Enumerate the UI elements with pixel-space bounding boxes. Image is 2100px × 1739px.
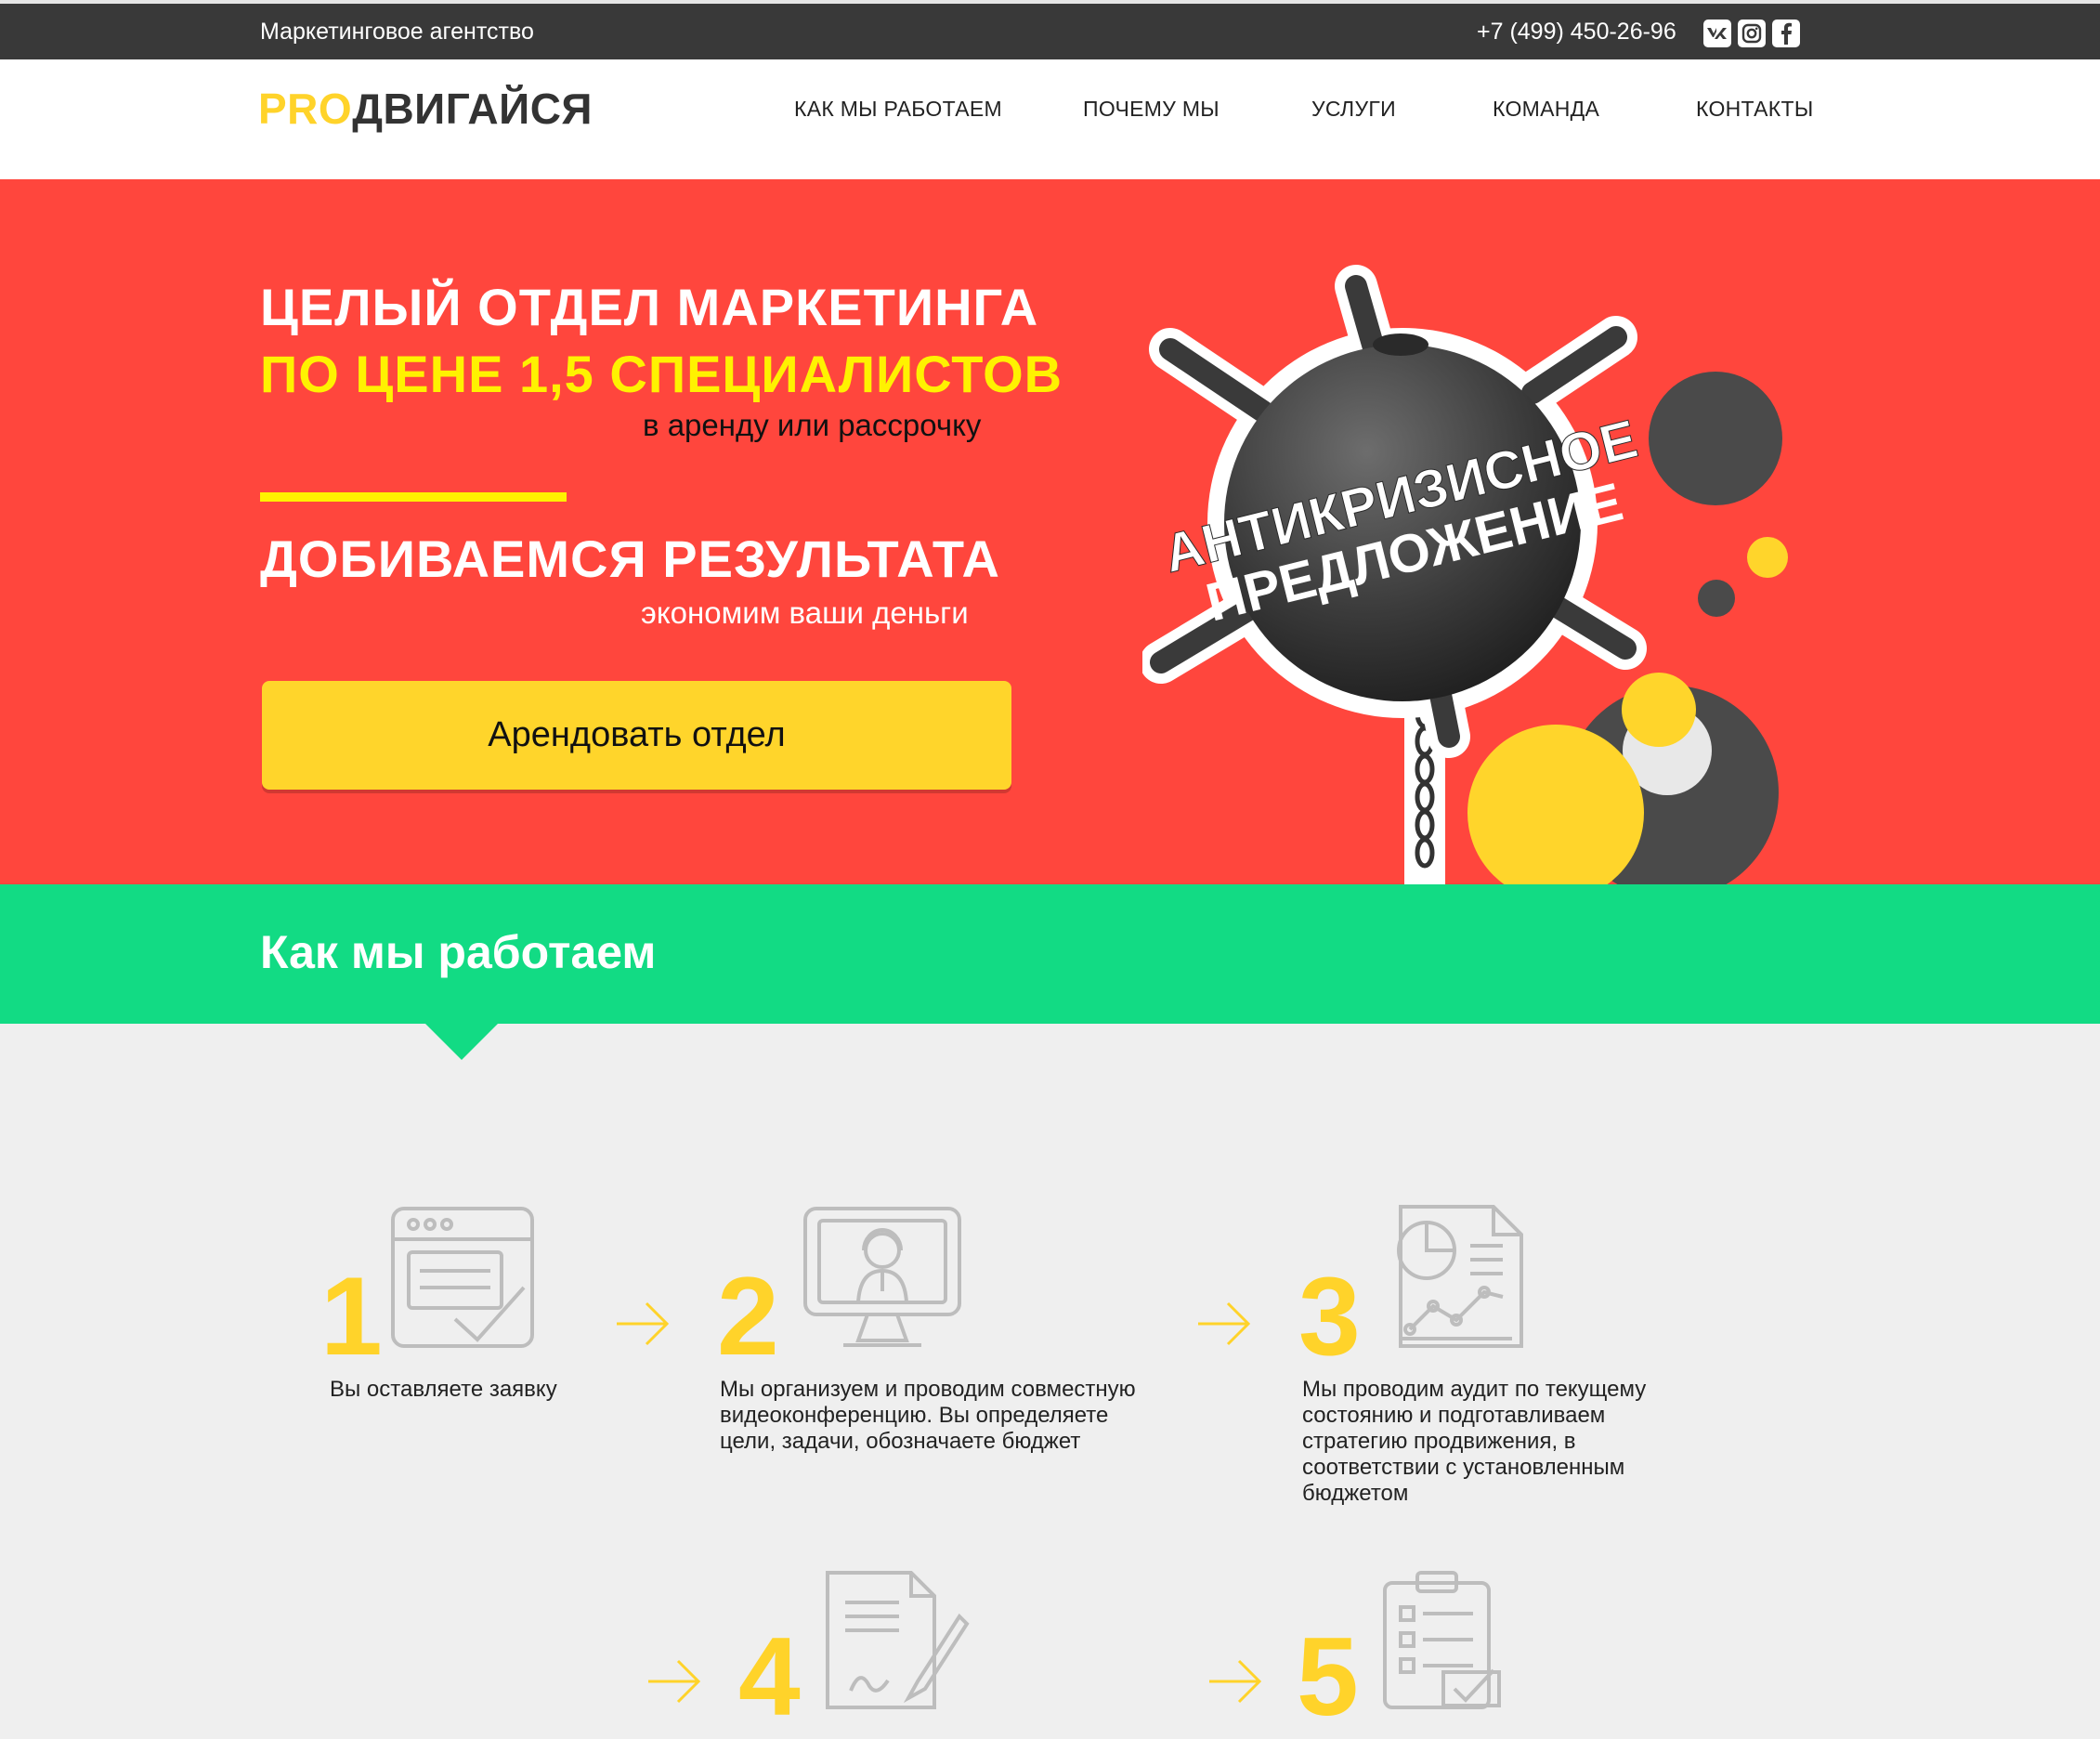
- step-description: Вы оставляете заявку: [330, 1377, 557, 1402]
- video-conference-icon: [803, 1207, 961, 1347]
- audit-report-icon: [1397, 1205, 1523, 1348]
- step-number: 1: [320, 1254, 383, 1379]
- hero-divider: [260, 492, 567, 502]
- nav-team[interactable]: КОМАНДА: [1493, 97, 1599, 122]
- arrow-right-icon: [1209, 1659, 1262, 1704]
- arrow-right-icon: [648, 1659, 701, 1704]
- step-description: Мы организуем и проводим совместную виде…: [720, 1377, 1136, 1454]
- arrow-right-icon: [617, 1301, 670, 1346]
- facebook-icon[interactable]: [1772, 20, 1800, 47]
- step-number: 3: [1298, 1254, 1361, 1379]
- section-title: Как мы работаем: [260, 926, 657, 978]
- nav-how-we-work[interactable]: КАК МЫ РАБОТАЕМ: [794, 97, 1002, 122]
- logo-pro: PRO: [258, 85, 353, 133]
- form-check-icon: [391, 1207, 534, 1348]
- hero-rent-note: в аренду или рассрочку: [643, 408, 982, 442]
- hero-save-note: экономим ваши деньги: [641, 595, 969, 630]
- vk-icon[interactable]: [1703, 20, 1731, 47]
- site-header: PROДВИГАЙСЯ КАК МЫ РАБОТАЕМ ПОЧЕМУ МЫ УС…: [0, 59, 2100, 179]
- nav-contacts[interactable]: КОНТАКТЫ: [1696, 97, 1813, 122]
- mine-illustration: АНТИКРИЗИСНОЕ ПРЕДЛОЖЕНИЕ: [1142, 265, 1788, 884]
- logo[interactable]: PROДВИГАЙСЯ: [258, 84, 593, 134]
- step-number: 2: [717, 1254, 779, 1379]
- contract-sign-icon: [826, 1571, 970, 1709]
- step-number: 5: [1297, 1615, 1359, 1739]
- step-number: 4: [738, 1615, 801, 1739]
- band-pointer: [425, 1024, 498, 1060]
- instagram-icon[interactable]: [1738, 20, 1766, 47]
- decor-circle: [1698, 580, 1735, 617]
- hero-price-line: ПО ЦЕНЕ 1,5 СПЕЦИАЛИСТОВ: [260, 345, 1063, 403]
- rent-department-button[interactable]: Арендовать отдел: [262, 681, 1011, 790]
- nav-why-us[interactable]: ПОЧЕМУ МЫ: [1083, 97, 1220, 122]
- decor-circle: [1747, 537, 1788, 578]
- hero-section: ЦЕЛЫЙ ОТДЕЛ МАРКЕТИНГА ПО ЦЕНЕ 1,5 СПЕЦИ…: [0, 179, 2100, 884]
- top-bar: Маркетинговое агентство +7 (499) 450-26-…: [0, 0, 2100, 59]
- step-description: Мы проводим аудит по текущему состоянию …: [1302, 1377, 1647, 1506]
- hero-result-line: ДОБИВАЕМСЯ РЕЗУЛЬТАТА: [260, 530, 1000, 588]
- logo-name: ДВИГАЙСЯ: [352, 85, 593, 133]
- decor-circle: [1649, 372, 1782, 505]
- arrow-right-icon: [1198, 1301, 1251, 1346]
- phone-link[interactable]: +7 (499) 450-26-96: [1477, 19, 1676, 46]
- how-we-work-band: Как мы работаем: [0, 884, 2100, 1024]
- decor-circle: [1622, 673, 1696, 747]
- checklist-icon: [1383, 1571, 1501, 1709]
- nav-services[interactable]: УСЛУГИ: [1311, 97, 1396, 122]
- hero-headline: ЦЕЛЫЙ ОТДЕЛ МАРКЕТИНГА: [260, 278, 1039, 336]
- tagline: Маркетинговое агентство: [260, 19, 534, 45]
